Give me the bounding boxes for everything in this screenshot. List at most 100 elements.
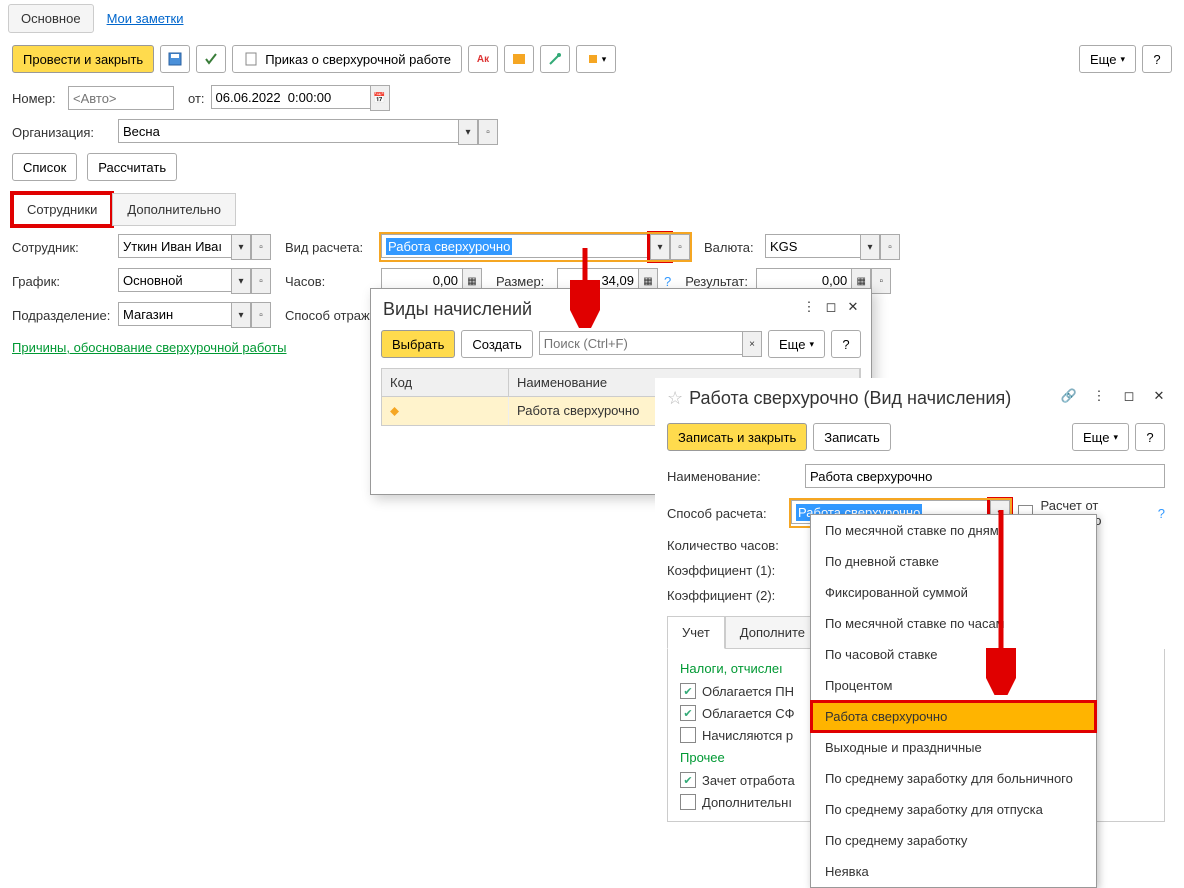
chk-accrue-label: Начисляются р xyxy=(702,728,793,743)
list-button[interactable]: Список xyxy=(12,153,77,181)
reverse-help-icon[interactable]: ? xyxy=(1158,506,1165,521)
arrow-indicator-1 xyxy=(570,248,600,328)
employee-open-icon[interactable]: ▫ xyxy=(251,234,271,260)
dropdown-item[interactable]: По дневной ставке xyxy=(811,546,1096,577)
dropdown-item[interactable]: Фиксированной суммой xyxy=(811,577,1096,608)
employee-label: Сотрудник: xyxy=(12,240,112,255)
chk-sf-label: Облагается СФ xyxy=(702,706,795,721)
from-label: от: xyxy=(188,91,205,106)
popup1-restore-icon[interactable]: ◻ xyxy=(821,297,841,317)
k2-label: Коэффициент (2): xyxy=(667,588,797,603)
tab-employees[interactable]: Сотрудники xyxy=(12,193,112,226)
popup1-search-clear-icon[interactable]: × xyxy=(742,331,762,357)
popup1-help-button[interactable]: ? xyxy=(831,330,861,358)
dropdown-item[interactable]: По среднему заработку для больничного xyxy=(811,763,1096,794)
chk-extra-label: Дополнительнı xyxy=(702,795,792,810)
popup2-tab-acc[interactable]: Учет xyxy=(667,616,725,649)
hours-label: Часов: xyxy=(285,274,375,289)
popup1-more-button[interactable]: Еще▾ xyxy=(768,330,825,358)
dropdown-item[interactable]: Процентом xyxy=(811,670,1096,701)
chk-accrue[interactable] xyxy=(680,727,696,743)
chk-pn[interactable]: ✔ xyxy=(680,683,696,699)
currency-open-icon[interactable]: ▫ xyxy=(880,234,900,260)
popup2-tab-extra[interactable]: Дополните xyxy=(725,616,820,649)
tab-main[interactable]: Основное xyxy=(8,4,94,33)
dropdown-item[interactable]: Выходные и праздничные xyxy=(811,732,1096,763)
popup1-search-input[interactable] xyxy=(539,331,742,355)
popup1-col-code[interactable]: Код xyxy=(382,369,509,396)
dropdown-item[interactable]: По часовой ставке xyxy=(811,639,1096,670)
dropdown-item[interactable]: Работа сверхурочно xyxy=(811,701,1096,732)
org-dropdown-icon[interactable]: ▾ xyxy=(458,119,478,145)
popup2-save-close-button[interactable]: Записать и закрыть xyxy=(667,423,807,451)
post-icon-button[interactable] xyxy=(196,45,226,73)
currency-input[interactable] xyxy=(765,234,860,258)
tab-notes[interactable]: Мои заметки xyxy=(94,4,197,33)
chk-sf[interactable]: ✔ xyxy=(680,705,696,721)
date-picker-icon[interactable]: 📅 xyxy=(370,85,390,111)
popup2-more-button[interactable]: Еще▾ xyxy=(1072,423,1129,451)
dept-open-icon[interactable]: ▫ xyxy=(251,302,271,328)
calc-type-value: Работа сверхурочно xyxy=(386,238,512,255)
reasons-link[interactable]: Причины, обоснование сверхурочной работы xyxy=(0,332,299,363)
tool-icon-c[interactable] xyxy=(540,45,570,73)
popup1-menu-icon[interactable]: ⋮ xyxy=(799,297,819,317)
org-input[interactable] xyxy=(118,119,458,143)
popup2-link-icon[interactable]: 🔗 xyxy=(1059,386,1079,406)
favorite-star-icon[interactable]: ☆ xyxy=(667,388,683,409)
result-label: Результат: xyxy=(685,274,750,289)
method-dropdown-list: По месячной ставке по днямПо дневной ста… xyxy=(810,514,1097,888)
popup2-name-input[interactable] xyxy=(805,464,1165,488)
calculate-button[interactable]: Рассчитать xyxy=(87,153,177,181)
popup2-close-icon[interactable]: ✕ xyxy=(1149,386,1169,406)
size-help-icon[interactable]: ? xyxy=(664,274,671,289)
date-input[interactable] xyxy=(211,85,370,109)
tool-icon-a[interactable]: Ак xyxy=(468,45,498,73)
popup2-title: Работа сверхурочно (Вид начисления) xyxy=(689,388,1011,409)
schedule-open-icon[interactable]: ▫ xyxy=(251,268,271,294)
calc-type-open-icon[interactable]: ▫ xyxy=(670,234,690,260)
more-button[interactable]: Еще▾ xyxy=(1079,45,1136,73)
tab-additional[interactable]: Дополнительно xyxy=(112,193,236,226)
popup2-help-button[interactable]: ? xyxy=(1135,423,1165,451)
tool-icon-d[interactable]: ▾ xyxy=(576,45,616,73)
tool-icon-b[interactable] xyxy=(504,45,534,73)
reflection-label: Способ отраж xyxy=(285,308,370,323)
currency-dropdown-icon[interactable]: ▾ xyxy=(860,234,880,260)
popup1-create-button[interactable]: Создать xyxy=(461,330,532,358)
size-label: Размер: xyxy=(496,274,551,289)
popup1-row-mark-icon: ⬥ xyxy=(382,397,509,425)
calc-type-input[interactable]: Работа сверхурочно xyxy=(381,234,650,258)
popup1-close-icon[interactable]: ✕ xyxy=(843,297,863,317)
schedule-dropdown-icon[interactable]: ▾ xyxy=(231,268,251,294)
dept-input[interactable] xyxy=(118,302,231,326)
employee-input[interactable] xyxy=(118,234,231,258)
dropdown-item[interactable]: По среднему заработку xyxy=(811,825,1096,856)
calc-type-dropdown-icon[interactable]: ▾ xyxy=(650,234,670,260)
employee-dropdown-icon[interactable]: ▾ xyxy=(231,234,251,260)
dropdown-item[interactable]: По среднему заработку для отпуска xyxy=(811,794,1096,825)
popup2-save-button[interactable]: Записать xyxy=(813,423,891,451)
chk-offset[interactable]: ✔ xyxy=(680,772,696,788)
arrow-indicator-2 xyxy=(986,510,1016,695)
dropdown-item[interactable]: Неявка xyxy=(811,856,1096,887)
number-input[interactable] xyxy=(68,86,174,110)
chk-extra[interactable] xyxy=(680,794,696,810)
org-open-icon[interactable]: ▫ xyxy=(478,119,498,145)
save-icon-button[interactable] xyxy=(160,45,190,73)
chk-offset-label: Зачет отработа xyxy=(702,773,795,788)
help-button[interactable]: ? xyxy=(1142,45,1172,73)
schedule-input[interactable] xyxy=(118,268,231,292)
result-open-icon[interactable]: ▫ xyxy=(871,268,891,294)
dropdown-item[interactable]: По месячной ставке по часам xyxy=(811,608,1096,639)
overtime-order-button[interactable]: Приказ о сверхурочной работе xyxy=(232,45,462,73)
qty-label: Количество часов: xyxy=(667,538,797,553)
dept-dropdown-icon[interactable]: ▾ xyxy=(231,302,251,328)
schedule-label: График: xyxy=(12,274,112,289)
popup2-restore-icon[interactable]: ◻ xyxy=(1119,386,1139,406)
popup1-select-button[interactable]: Выбрать xyxy=(381,330,455,358)
popup2-menu-icon[interactable]: ⋮ xyxy=(1089,386,1109,406)
post-and-close-button[interactable]: Провести и закрыть xyxy=(12,45,154,73)
dropdown-item[interactable]: По месячной ставке по дням xyxy=(811,515,1096,546)
number-label: Номер: xyxy=(12,91,62,106)
